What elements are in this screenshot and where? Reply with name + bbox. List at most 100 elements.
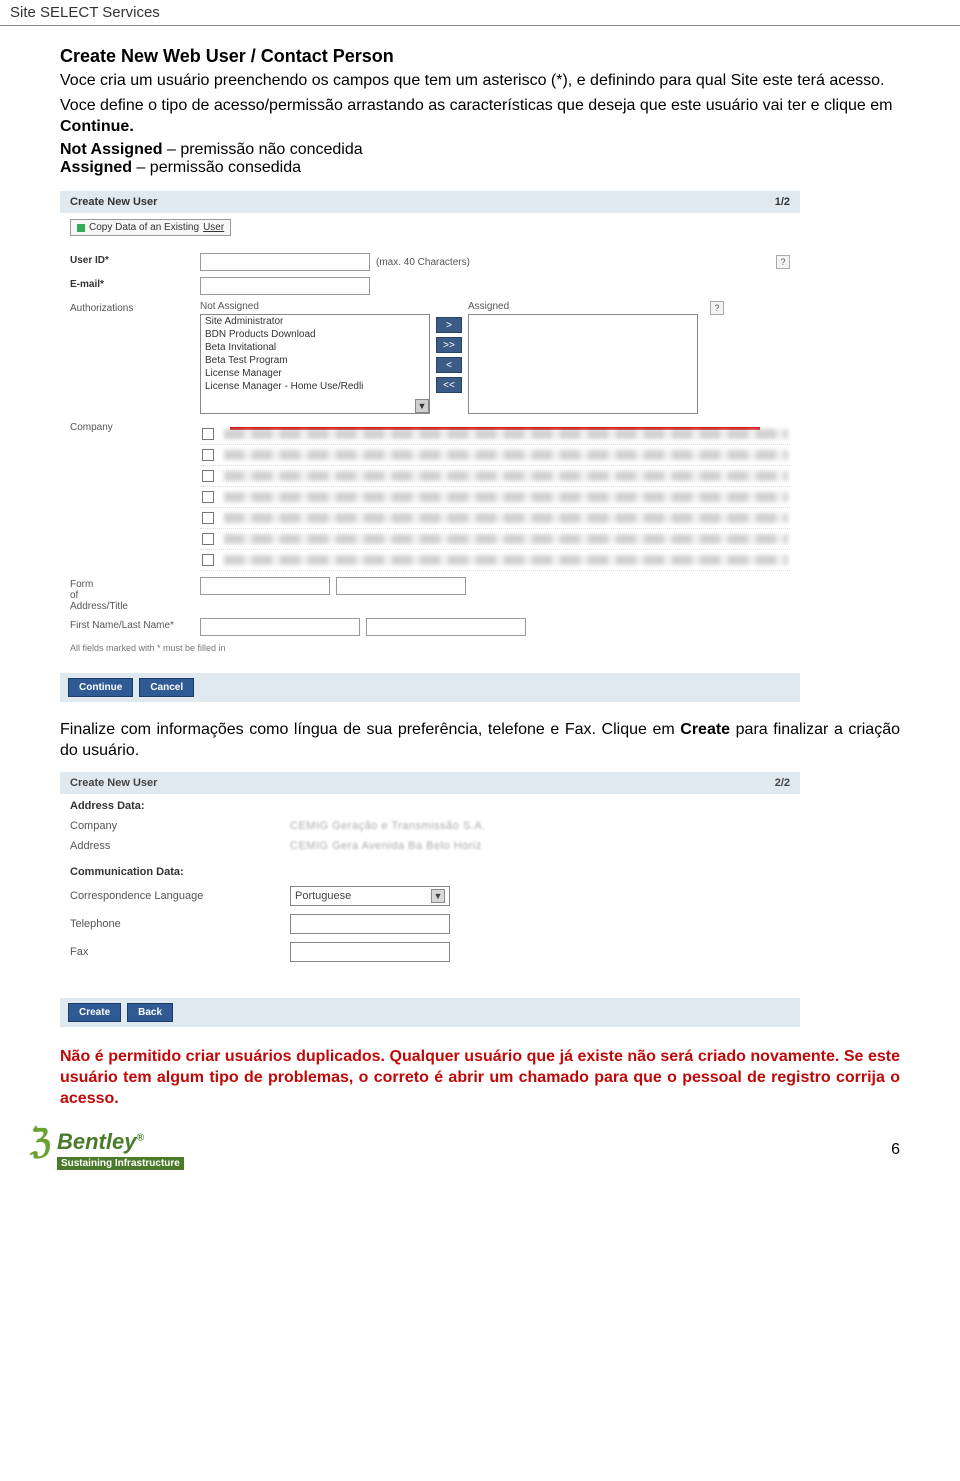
scroll-down-icon[interactable]: ▼ <box>415 399 429 413</box>
logo-tagline: Sustaining Infrastructure <box>57 1157 184 1170</box>
redacted-text <box>224 450 788 460</box>
not-assigned-header: Not Assigned <box>200 301 430 312</box>
redacted-text <box>224 534 788 544</box>
list-item[interactable]: BDN Products Download <box>201 328 429 341</box>
play-icon <box>77 224 85 232</box>
last-name-input[interactable] <box>366 618 526 636</box>
assigned-header: Assigned <box>468 301 698 312</box>
user-id-input[interactable] <box>200 253 370 271</box>
copy-existing-row: Copy Data of an Existing User <box>60 213 800 248</box>
company-checkbox[interactable] <box>202 554 214 566</box>
label-form-address: Form of Address/Title <box>70 577 200 612</box>
mid-create-word: Create <box>680 721 730 738</box>
warning-paragraph: Não é permitido criar usuários duplicado… <box>60 1047 900 1109</box>
page-number: 6 <box>891 1141 900 1159</box>
language-select[interactable]: Portuguese ▼ <box>290 886 450 906</box>
fax-input[interactable] <box>290 942 450 962</box>
label-address: Address <box>70 840 290 852</box>
move-all-right-button[interactable]: >> <box>436 337 462 353</box>
label-language: Correspondence Language <box>70 890 290 902</box>
copy-existing-user-button[interactable]: Copy Data of an Existing User <box>70 219 231 236</box>
label-fax: Fax <box>70 946 290 958</box>
redacted-text <box>224 555 788 565</box>
authorizations-dual-list: Not Assigned Site Administrator BDN Prod… <box>200 301 724 414</box>
move-all-left-button[interactable]: << <box>436 377 462 393</box>
panel-title-text: Create New User <box>70 196 157 208</box>
page-footer: ℨ Bentley® Sustaining Infrastructure 6 <box>0 1117 960 1180</box>
telephone-input[interactable] <box>290 914 450 934</box>
cancel-button[interactable]: Cancel <box>139 678 194 697</box>
document-header: Site SELECT Services <box>0 0 960 26</box>
bentley-logo: ℨ Bentley® Sustaining Infrastructure <box>30 1129 184 1170</box>
move-buttons: > >> < << <box>430 301 468 393</box>
chevron-down-icon: ▼ <box>431 889 445 903</box>
company-row <box>200 487 790 508</box>
panel-step-indicator-2: 2/2 <box>775 777 790 789</box>
mid-paragraph: Finalize com informações como língua de … <box>60 720 900 762</box>
company-checkbox[interactable] <box>202 512 214 524</box>
def-na-bold: Not Assigned <box>60 141 163 158</box>
email-input[interactable] <box>200 277 370 295</box>
list-item[interactable]: Beta Test Program <box>201 354 429 367</box>
copy-btn-text: Copy Data of an Existing <box>89 222 199 233</box>
label-company: Company <box>70 420 200 433</box>
assigned-listbox[interactable] <box>468 314 698 414</box>
panel-title-text-2: Create New User <box>70 777 157 789</box>
page-content: Create New Web User / Contact Person Voc… <box>0 26 960 1117</box>
continue-button[interactable]: Continue <box>68 678 133 697</box>
company-row <box>200 445 790 466</box>
panel-step-indicator: 1/2 <box>775 196 790 208</box>
form-address-input[interactable] <box>200 577 330 595</box>
communication-data-heading: Communication Data: <box>60 860 800 880</box>
button-row: Continue Cancel <box>60 673 800 702</box>
intro-2-text: Voce define o tipo de acesso/permissão a… <box>60 97 892 114</box>
def-na-text: – premissão não concedida <box>163 141 363 158</box>
language-value: Portuguese <box>295 890 351 902</box>
intro-continue-word: Continue. <box>60 118 134 135</box>
list-item[interactable]: Beta Invitational <box>201 341 429 354</box>
company-checkbox[interactable] <box>202 428 214 440</box>
title-input[interactable] <box>336 577 466 595</box>
help-icon[interactable]: ? <box>710 301 724 315</box>
list-item[interactable]: License Manager - Home Use/Redli <box>201 380 429 393</box>
user-id-hint: (max. 40 Characters) <box>376 257 470 268</box>
help-icon[interactable]: ? <box>776 255 790 269</box>
logo-brand-name: Bentley® <box>57 1129 184 1155</box>
label-company-2: Company <box>70 820 290 832</box>
required-fields-note: All fields marked with * must be filled … <box>70 639 790 655</box>
company-row <box>200 550 790 571</box>
address-data-heading: Address Data: <box>60 794 800 814</box>
move-right-button[interactable]: > <box>436 317 462 333</box>
list-item[interactable]: License Manager <box>201 367 429 380</box>
panel-title-bar-2: Create New User 2/2 <box>60 772 800 794</box>
not-assigned-listbox[interactable]: Site Administrator BDN Products Download… <box>200 314 430 414</box>
create-button[interactable]: Create <box>68 1003 121 1022</box>
move-left-button[interactable]: < <box>436 357 462 373</box>
redacted-text <box>224 429 788 439</box>
company-checkbox[interactable] <box>202 449 214 461</box>
logo-mark-icon: ℨ <box>30 1129 51 1156</box>
copy-btn-user-link: User <box>203 222 224 233</box>
button-row-2: Create Back <box>60 998 800 1027</box>
first-name-input[interactable] <box>200 618 360 636</box>
company-row <box>200 508 790 529</box>
company-checkbox[interactable] <box>202 470 214 482</box>
label-name: First Name/Last Name* <box>70 618 200 631</box>
form-area: User ID* (max. 40 Characters) ? E-mail* … <box>60 248 800 663</box>
company-list <box>200 424 790 571</box>
mid-a: Finalize com informações como língua de … <box>60 721 680 738</box>
redacted-text <box>224 492 788 502</box>
list-item[interactable]: Site Administrator <box>201 315 429 328</box>
panel-title-bar: Create New User 1/2 <box>60 191 800 213</box>
company-checkbox[interactable] <box>202 533 214 545</box>
definition-assigned: Assigned – permissão consedida <box>60 159 900 177</box>
section-heading: Create New Web User / Contact Person <box>60 46 900 67</box>
label-telephone: Telephone <box>70 918 290 930</box>
back-button[interactable]: Back <box>127 1003 173 1022</box>
company-row <box>200 466 790 487</box>
label-authorizations: Authorizations <box>70 301 200 314</box>
definition-not-assigned: Not Assigned – premissão não concedida <box>60 141 900 159</box>
company-checkbox[interactable] <box>202 491 214 503</box>
address-value: CEMIG Gera Avenida Ba Belo Horiz <box>290 840 482 852</box>
def-a-bold: Assigned <box>60 159 132 176</box>
